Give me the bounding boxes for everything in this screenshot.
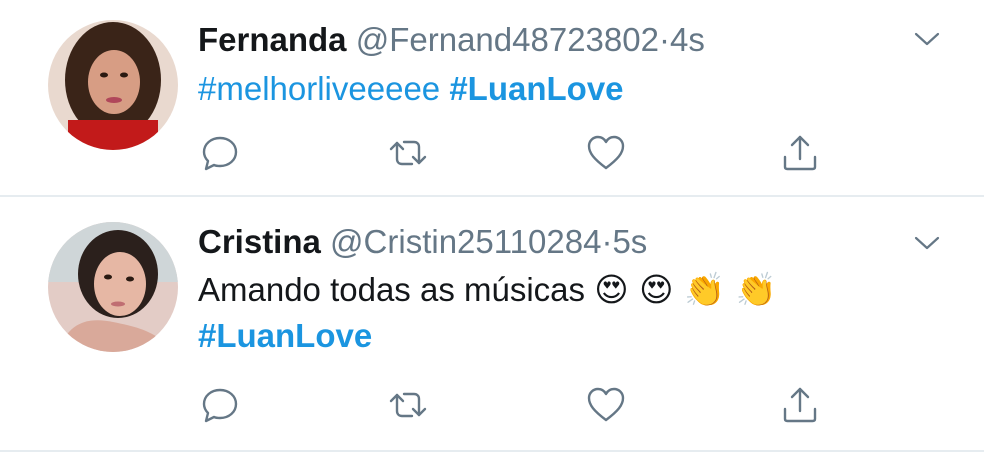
chevron-down-icon[interactable] (912, 228, 942, 258)
avatar[interactable] (48, 222, 178, 352)
tweet-text: Amando todas as músicas 😍 😍 👏 👏 #LuanLov… (198, 267, 777, 359)
separator-dot: · (601, 223, 613, 260)
tweet-text: #melhorliveeeee #LuanLove (198, 66, 624, 112)
retweet-icon[interactable] (388, 385, 428, 425)
emoji-sequence: 😍 😍 👏 👏 (594, 270, 777, 309)
tweet[interactable]: Fernanda @Fernand48723802·4s #melhorlive… (0, 0, 984, 197)
timestamp[interactable]: 5s (612, 223, 647, 260)
timestamp[interactable]: 4s (670, 21, 705, 58)
tweet-actions (0, 133, 984, 173)
tweet-text-line: Amando todas as músicas (198, 271, 586, 308)
tweet-header: Cristina @Cristin25110284·5s (198, 222, 647, 262)
display-name[interactable]: Fernanda (198, 21, 347, 58)
display-name[interactable]: Cristina (198, 223, 321, 260)
avatar[interactable] (48, 20, 178, 150)
reply-icon[interactable] (200, 133, 240, 173)
tweet[interactable]: Cristina @Cristin25110284·5s Amando toda… (0, 197, 984, 452)
chevron-down-icon[interactable] (912, 24, 942, 54)
user-handle[interactable]: @Cristin25110284 (330, 223, 601, 260)
like-icon[interactable] (586, 133, 626, 173)
hashtag-link[interactable]: #LuanLove (198, 317, 372, 354)
hashtag-link[interactable]: #LuanLove (449, 70, 623, 107)
like-icon[interactable] (586, 385, 626, 425)
hashtag-link[interactable]: #melhorliveeeee (198, 70, 440, 107)
share-icon[interactable] (780, 133, 820, 173)
share-icon[interactable] (780, 385, 820, 425)
retweet-icon[interactable] (388, 133, 428, 173)
user-handle[interactable]: @Fernand48723802 (356, 21, 659, 58)
reply-icon[interactable] (200, 385, 240, 425)
tweet-actions (0, 385, 984, 425)
separator-dot: · (658, 21, 670, 58)
tweet-header: Fernanda @Fernand48723802·4s (198, 20, 705, 60)
